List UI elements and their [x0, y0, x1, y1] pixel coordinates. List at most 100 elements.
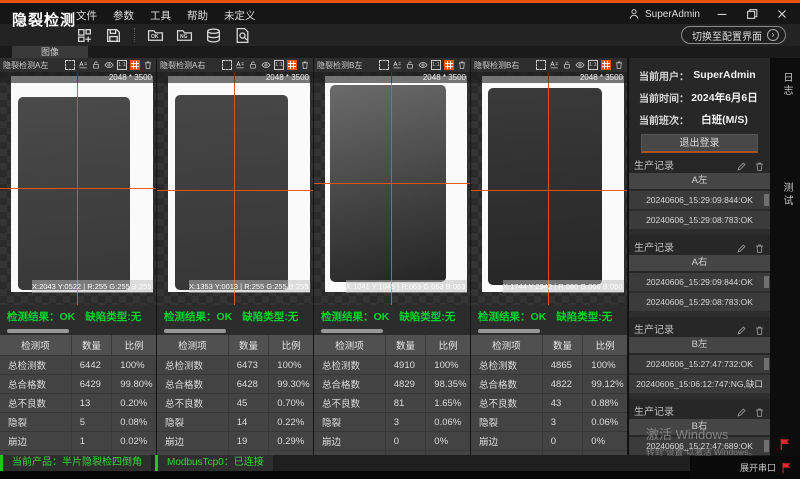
table-row: 总合格数 4822 99.12% — [471, 374, 627, 393]
crosshair-horizontal — [314, 183, 470, 184]
one-to-one-icon[interactable]: 1:1 — [588, 60, 598, 70]
crosshair-horizontal — [157, 190, 313, 191]
select-region-icon[interactable] — [379, 60, 389, 70]
logout-button[interactable]: 退出登录 — [641, 134, 758, 153]
folder-ng-icon[interactable]: NG — [176, 27, 193, 44]
table-row: 总不良数 13 0.20% — [0, 393, 156, 412]
edit-icon[interactable] — [736, 241, 747, 252]
camera-image[interactable]: 2048 * 3500 X:1744 Y:2942 | R:060 G:060 … — [471, 72, 627, 305]
lock-icon[interactable] — [91, 60, 101, 70]
select-region-icon[interactable] — [536, 60, 546, 70]
record-row[interactable]: 20240606_15:06:12:747:NG,缺口 — [629, 375, 770, 393]
menu-item[interactable]: 未定义 — [224, 8, 256, 23]
horizontal-scrollbar[interactable] — [471, 327, 627, 335]
tab-test[interactable]: 测试 — [779, 182, 794, 208]
record-row[interactable]: 20240606_15:27:47:732:OK — [629, 355, 770, 373]
record-list[interactable]: 20240606_15:27:47:689:OK20240606_15:06:1… — [629, 437, 770, 455]
annotation-icon[interactable] — [549, 60, 559, 70]
session-info: 当前用户： SuperAdmin 当前时间： 2024年6月6日 当前班次： 白… — [629, 58, 770, 130]
horizontal-scrollbar[interactable] — [0, 327, 156, 335]
horizontal-scrollbar[interactable] — [157, 327, 313, 335]
select-region-icon[interactable] — [65, 60, 75, 70]
tab-log[interactable]: 日志 — [779, 72, 794, 98]
main-area: 隐裂检测A左 1:1 2048 * 3500 X:2043 Y:0522 | — [0, 58, 800, 455]
pixel-readout: X:1353 Y:0013 | R:255 G:255 B:255 — [189, 280, 310, 293]
table-row: 总合格数 4829 98.35% — [314, 374, 470, 393]
trash-icon[interactable] — [754, 241, 765, 252]
switch-to-config-button[interactable]: 切换至配置界面 — [681, 26, 786, 44]
camera-image[interactable]: 2048 * 3500 X:2043 Y:0522 | R:255 G:255 … — [0, 72, 156, 305]
delete-image-icon[interactable] — [143, 60, 153, 70]
layout-grid-icon[interactable] — [76, 27, 93, 44]
scrollbar-thumb[interactable] — [321, 329, 383, 333]
maximize-button[interactable] — [744, 7, 760, 21]
record-list[interactable]: 20240606_15:27:47:732:OK 20240606_15:06:1… — [629, 355, 770, 399]
table-row: 崩边 0 0% — [471, 431, 627, 450]
annotation-icon[interactable] — [392, 60, 402, 70]
vertical-scrollbar[interactable] — [764, 276, 769, 288]
vertical-scrollbar[interactable] — [764, 358, 769, 370]
database-icon[interactable] — [205, 27, 222, 44]
annotation-icon[interactable] — [78, 60, 88, 70]
expand-serial-bar[interactable]: 展开串口 — [690, 456, 800, 479]
record-row[interactable]: 20240606_15:29:08:783:OK — [629, 293, 770, 311]
chevron-right-icon — [767, 29, 779, 41]
camera-image[interactable]: 2048 * 3500 X:1353 Y:0013 | R:255 G:255 … — [157, 72, 313, 305]
scrollbar-thumb[interactable] — [478, 329, 540, 333]
lock-icon[interactable] — [405, 60, 415, 70]
close-button[interactable] — [774, 7, 790, 21]
record-row[interactable]: 20240606_15:29:09:844:OK — [629, 191, 770, 209]
record-row[interactable]: 20240606_15:27:47:689:OK — [629, 437, 770, 455]
edit-icon[interactable] — [736, 159, 747, 170]
document-search-icon[interactable] — [234, 27, 251, 44]
trash-icon[interactable] — [754, 159, 765, 170]
menu-item[interactable]: 文件 — [76, 8, 97, 23]
save-icon[interactable] — [105, 27, 122, 44]
one-to-one-icon[interactable]: 1:1 — [117, 60, 127, 70]
record-list[interactable]: 20240606_15:29:09:844:OK 20240606_15:29:0… — [629, 273, 770, 317]
lock-icon[interactable] — [248, 60, 258, 70]
menu-item[interactable]: 参数 — [113, 8, 134, 23]
lock-icon[interactable] — [562, 60, 572, 70]
one-to-one-icon[interactable]: 1:1 — [274, 60, 284, 70]
scrollbar-thumb[interactable] — [7, 329, 69, 333]
grid-icon[interactable] — [130, 60, 140, 70]
menu-item[interactable]: 工具 — [150, 8, 171, 23]
vertical-scrollbar[interactable] — [764, 194, 769, 206]
vertical-scrollbar[interactable] — [764, 440, 769, 452]
edit-icon[interactable] — [736, 405, 747, 416]
delete-image-icon[interactable] — [300, 60, 310, 70]
record-list[interactable]: 20240606_15:29:09:844:OK 20240606_15:29:0… — [629, 191, 770, 235]
station-header: A左 — [629, 173, 770, 189]
delete-image-icon[interactable] — [614, 60, 624, 70]
eye-icon[interactable] — [575, 60, 585, 70]
eye-icon[interactable] — [261, 60, 271, 70]
folder-ok-icon[interactable]: OK — [147, 27, 164, 44]
minimize-button[interactable] — [714, 7, 730, 21]
grid-icon[interactable] — [601, 60, 611, 70]
eye-icon[interactable] — [104, 60, 114, 70]
tab-image[interactable]: 图像 — [12, 46, 88, 58]
menu-item[interactable]: 帮助 — [187, 8, 208, 23]
trash-icon[interactable] — [754, 405, 765, 416]
trash-icon[interactable] — [754, 323, 765, 334]
scrollbar-thumb[interactable] — [164, 329, 226, 333]
eye-icon[interactable] — [418, 60, 428, 70]
camera-panel-a-left: 隐裂检测A左 1:1 2048 * 3500 X:2043 Y:0522 | — [0, 58, 157, 455]
one-to-one-icon[interactable]: 1:1 — [431, 60, 441, 70]
result-label: 检测结果：OK — [321, 309, 389, 324]
user-chip[interactable]: SuperAdmin — [628, 8, 700, 20]
edit-icon[interactable] — [736, 323, 747, 334]
panel-header: 隐裂检测B左 1:1 — [314, 58, 470, 72]
record-row[interactable]: 20240606_15:29:08:783:OK — [629, 211, 770, 229]
horizontal-scrollbar[interactable] — [314, 327, 470, 335]
annotation-icon[interactable] — [235, 60, 245, 70]
grid-icon[interactable] — [444, 60, 454, 70]
pixel-readout: X:1744 Y:2942 | R:060 G:060 B:060 — [503, 280, 624, 293]
select-region-icon[interactable] — [222, 60, 232, 70]
delete-image-icon[interactable] — [457, 60, 467, 70]
grid-icon[interactable] — [287, 60, 297, 70]
camera-image[interactable]: 2048 * 3500 X:1041 Y:1045 | R:063 G:063 … — [314, 72, 470, 305]
flag-icon[interactable] — [778, 437, 793, 452]
record-row[interactable]: 20240606_15:29:09:844:OK — [629, 273, 770, 291]
